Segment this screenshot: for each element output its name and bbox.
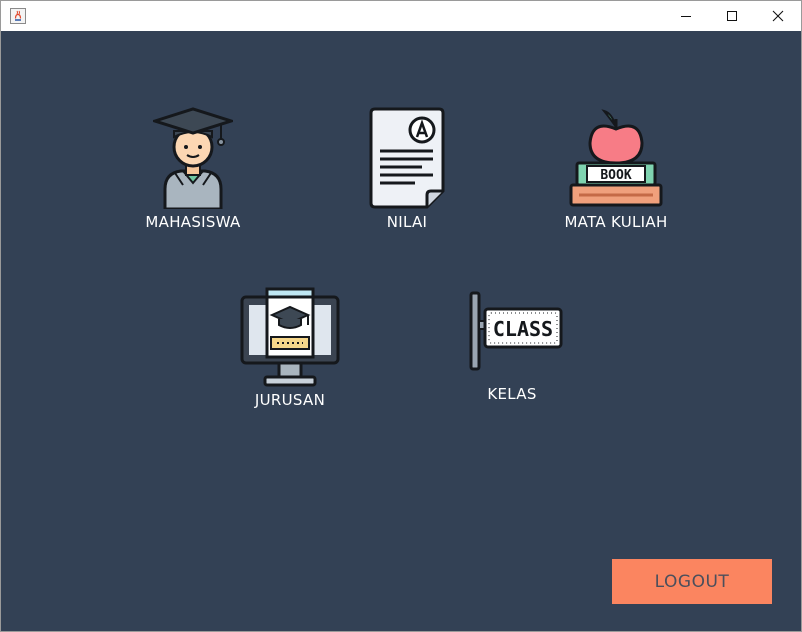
graded-paper-icon — [369, 107, 445, 209]
class-label: CLASS — [493, 317, 553, 341]
logout-button[interactable]: LOGOUT — [612, 559, 772, 604]
minimize-button[interactable] — [663, 1, 709, 31]
maximize-icon — [727, 11, 737, 21]
menu-label: NILAI — [386, 213, 428, 231]
maximize-button[interactable] — [709, 1, 755, 31]
menu-nilai[interactable]: NILAI — [347, 107, 467, 231]
app-window: MAHASISWA NILAI BOOK MATA KULIAH JURUSAN… — [0, 0, 802, 632]
main-panel: MAHASISWA NILAI BOOK MATA KULIAH JURUSAN… — [1, 31, 801, 631]
monitor-graduation-icon — [240, 287, 340, 387]
class-sign-icon: CLASS — [469, 291, 563, 371]
menu-kelas[interactable]: CLASS KELAS — [452, 291, 572, 403]
title-bar[interactable] — [1, 1, 801, 31]
menu-mahasiswa[interactable]: MAHASISWA — [133, 107, 253, 231]
menu-jurusan[interactable]: JURUSAN — [230, 287, 350, 409]
close-button[interactable] — [755, 1, 801, 31]
book-label: BOOK — [600, 168, 631, 183]
minimize-icon — [681, 16, 691, 17]
graduate-student-icon — [153, 107, 233, 209]
menu-label: JURUSAN — [254, 391, 326, 409]
close-icon — [772, 10, 784, 22]
java-cup-icon — [10, 8, 26, 24]
menu-mata-kuliah[interactable]: BOOK MATA KULIAH — [546, 107, 686, 231]
menu-label: MATA KULIAH — [564, 213, 668, 231]
menu-label: MAHASISWA — [145, 213, 241, 231]
menu-label: KELAS — [487, 385, 537, 403]
book-apple-icon: BOOK — [569, 109, 663, 207]
